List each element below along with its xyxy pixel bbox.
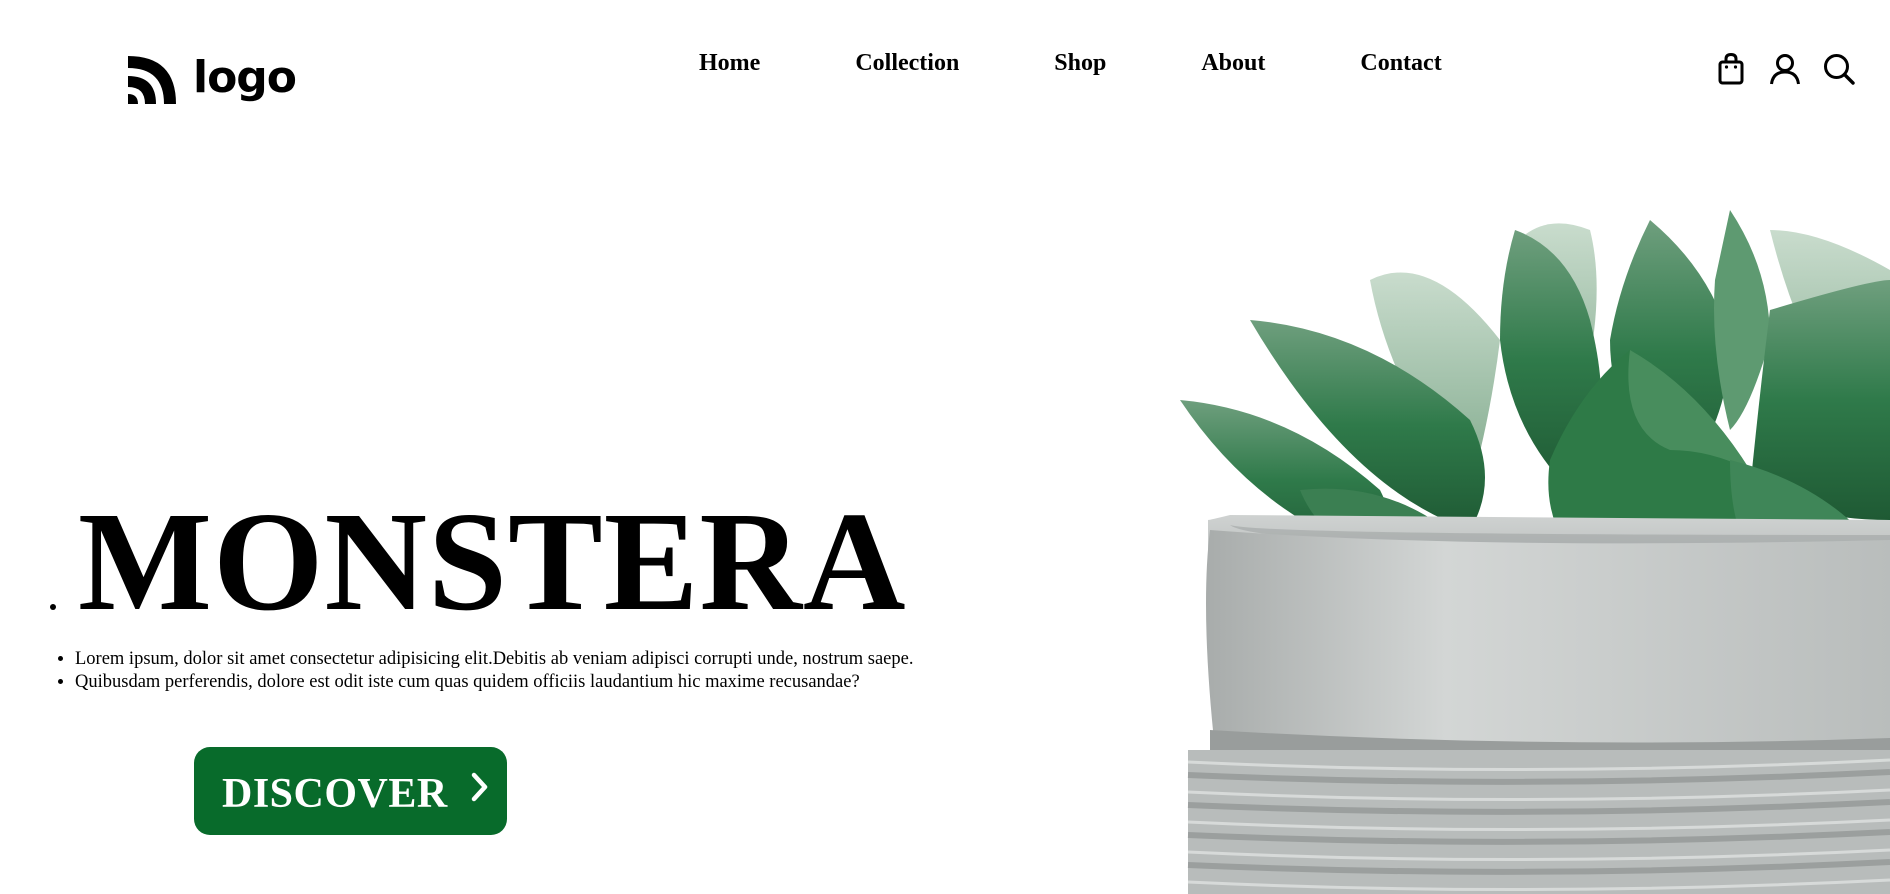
hero-description-item: Lorem ipsum, dolor sit amet consectetur … — [75, 648, 913, 671]
logo-mark-icon — [128, 56, 176, 104]
hero-title-row: MONSTERA — [50, 490, 907, 632]
nav-item-contact[interactable]: Contact — [1360, 50, 1441, 77]
succulent-plant-image — [1180, 210, 1890, 894]
nav-item-collection[interactable]: Collection — [855, 50, 959, 77]
discover-button-label: DISCOVER — [222, 771, 448, 817]
chevron-right-icon — [471, 772, 487, 802]
main-nav: Home Collection Shop About Contact — [699, 50, 1442, 77]
logo-text: logo — [193, 51, 297, 103]
shopping-bag-icon — [1718, 53, 1744, 85]
account-button[interactable] — [1769, 52, 1801, 86]
hero-description-item: Quibusdam perferendis, dolore est odit i… — [75, 671, 913, 694]
discover-button[interactable]: DISCOVER — [194, 747, 507, 835]
cart-button[interactable] — [1715, 52, 1747, 86]
nav-item-about[interactable]: About — [1201, 50, 1265, 77]
search-icon — [1824, 54, 1855, 85]
header-icons — [1715, 52, 1855, 86]
nav-item-shop[interactable]: Shop — [1054, 50, 1106, 77]
hero-description-list: Lorem ipsum, dolor sit amet consectetur … — [52, 648, 913, 694]
nav-item-home[interactable]: Home — [699, 50, 760, 77]
user-icon — [1770, 54, 1800, 85]
search-button[interactable] — [1823, 52, 1855, 86]
hero-title: MONSTERA — [78, 482, 907, 640]
logo[interactable]: logo — [124, 51, 297, 108]
title-bullet — [50, 604, 56, 610]
site-header: logo Home Collection Shop About Contact — [0, 0, 1890, 140]
